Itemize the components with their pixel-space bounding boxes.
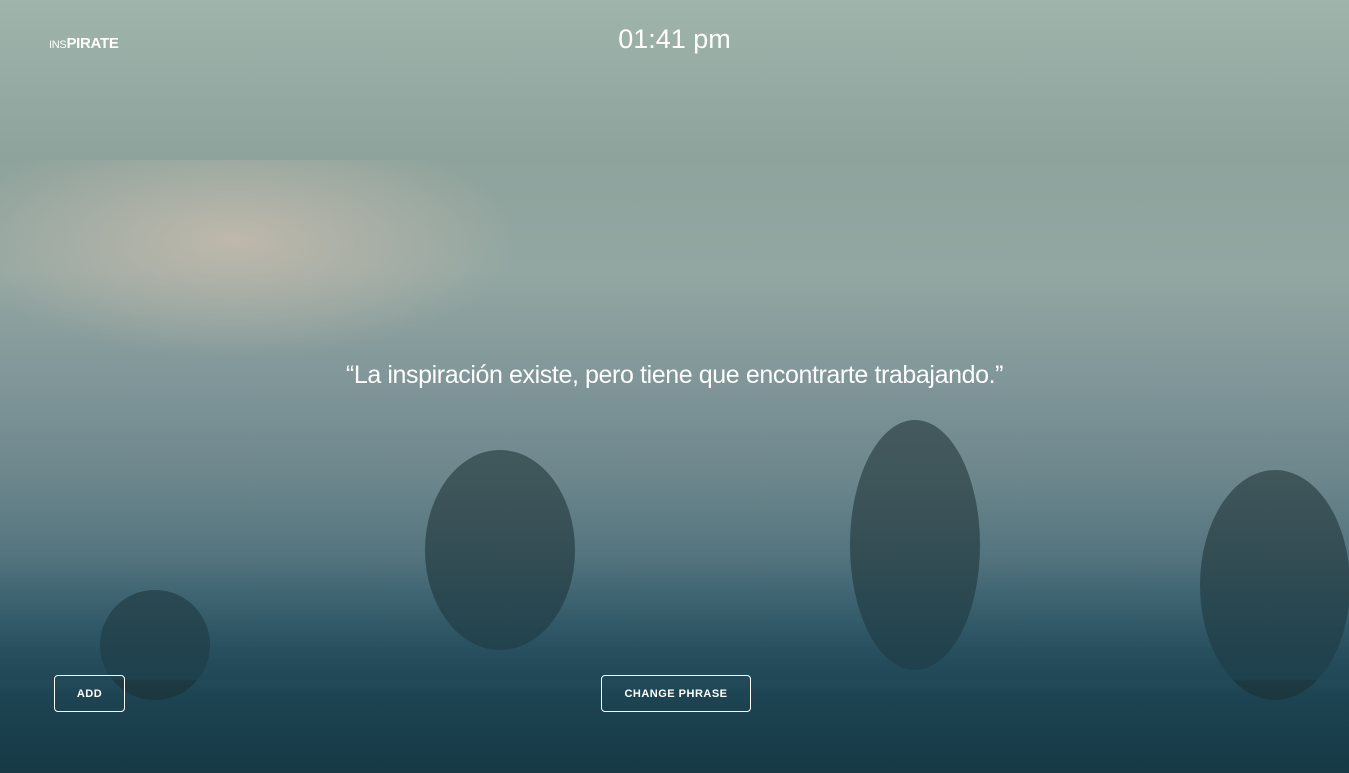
change-phrase-button[interactable]: CHANGE PHRASE [601, 675, 751, 712]
fog [0, 560, 1349, 680]
quote-text: “La inspiración existe, pero tiene que e… [345, 361, 1004, 389]
add-button[interactable]: ADD [54, 675, 125, 712]
cloud [0, 160, 520, 360]
clock: 01:41 pm [618, 24, 731, 54]
